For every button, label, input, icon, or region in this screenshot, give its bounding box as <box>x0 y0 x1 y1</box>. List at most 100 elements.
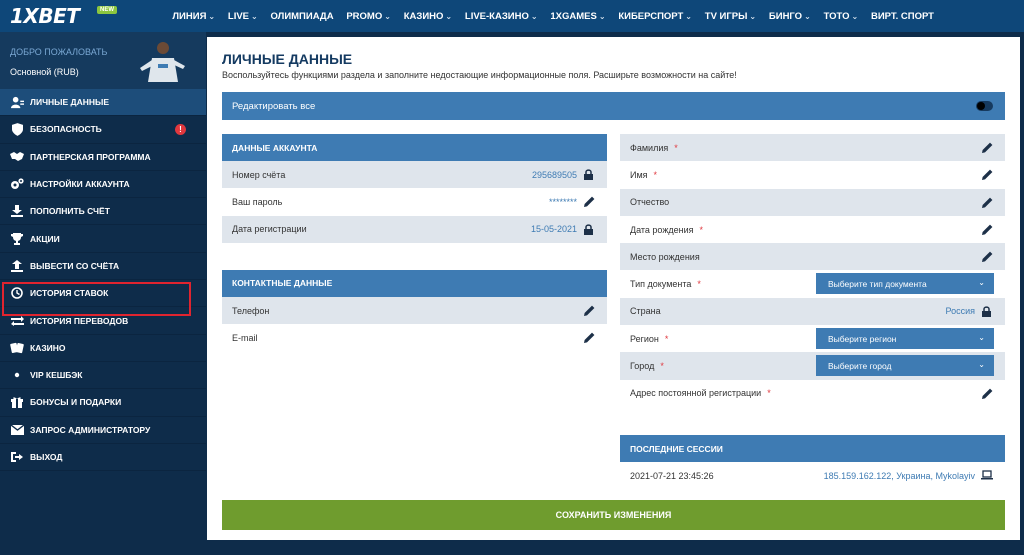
nav-item-7[interactable]: КИБЕРСПОРТ ⌄ <box>612 0 698 32</box>
field-value: 15-05-2021 <box>530 224 577 235</box>
shield-icon <box>10 122 24 136</box>
mail-icon <box>10 423 24 437</box>
contact-section-header: КОНТАКТНЫЕ ДАННЫЕ <box>222 269 607 297</box>
session-ip: 185.159.162.122, Украина, Mykolayiv <box>823 471 975 481</box>
sidebar-item-10[interactable]: VIP КЕШБЭК <box>0 361 206 390</box>
lock-icon <box>584 169 595 180</box>
lock-icon <box>584 223 595 235</box>
gift-icon <box>10 395 24 409</box>
field-select[interactable]: Выберите тип документа ⌄ <box>816 273 994 295</box>
sidebar-item-label: ЛИЧНЫЕ ДАННЫЕ <box>30 97 109 108</box>
field-value: Россия <box>945 306 975 317</box>
save-changes-button[interactable]: СОХРАНИТЬ ИЗМЕНЕНИЯ <box>222 500 1005 530</box>
chevron-down-icon: ⌄ <box>749 11 757 21</box>
field-value: 295689505 <box>531 169 577 180</box>
page-title: ЛИЧНЫЕ ДАННЫЕ <box>222 51 353 67</box>
nav-item-label: ТОТО <box>823 10 850 22</box>
nav-item-4[interactable]: КАЗИНО ⌄ <box>397 0 458 32</box>
nav-item-5[interactable]: LIVE-КАЗИНО ⌄ <box>459 0 544 32</box>
pencil-icon[interactable] <box>982 224 993 235</box>
session-date: 2021-07-21 23:45:26 <box>630 471 714 481</box>
sidebar-item-13[interactable]: ВЫХОД <box>0 443 206 472</box>
field-row: Место рождения <box>620 243 1005 271</box>
nav-item-label: ВИРТ. СПОРТ <box>870 10 934 22</box>
field-label: Страна <box>630 306 661 317</box>
sidebar-item-1[interactable]: БЕЗОПАСНОСТЬ! <box>0 116 206 144</box>
sidebar-item-label: ВЫХОД <box>30 452 63 462</box>
field-select[interactable]: Выберите регион ⌄ <box>816 328 994 350</box>
sidebar-item-11[interactable]: БОНУСЫ И ПОДАРКИ <box>0 389 206 417</box>
pencil-icon[interactable] <box>982 169 993 181</box>
nav-item-9[interactable]: БИНГО ⌄ <box>763 0 818 32</box>
pencil-icon[interactable] <box>982 388 993 399</box>
chevron-down-icon: ⌄ <box>978 278 985 288</box>
pencil-icon[interactable] <box>982 197 993 208</box>
field-row: Страна Россия <box>620 297 1005 326</box>
field-label: Город <box>630 361 655 372</box>
field-label: Телефон <box>232 305 270 316</box>
sidebar-item-4[interactable]: ПОПОЛНИТЬ СЧЁТ <box>0 198 206 226</box>
field-row: Фамилия * <box>620 134 1005 162</box>
field-label: Место рождения <box>630 251 700 262</box>
page-subtitle: Воспользуйтесь функциями раздела и запол… <box>222 70 737 80</box>
toggle-knob <box>977 102 985 110</box>
nav-item-0[interactable]: ЛИНИЯ ⌄ <box>166 0 222 32</box>
pencil-icon[interactable] <box>982 251 993 263</box>
field-label: Дата рождения <box>630 224 694 235</box>
nav-item-10[interactable]: ТОТО ⌄ <box>817 0 864 32</box>
pencil-icon[interactable] <box>584 305 595 316</box>
nav-item-label: PROMO <box>346 10 383 22</box>
sidebar-item-9[interactable]: КАЗИНО <box>0 334 206 362</box>
nav-item-11[interactable]: ВИРТ. СПОРТ <box>865 0 941 32</box>
new-badge: NEW <box>97 6 117 14</box>
field-row: Тип документа * Выберите тип документа ⌄ <box>620 270 1005 297</box>
required-mark: * <box>653 169 658 180</box>
field-row: Дата регистрации 15-05-2021 <box>222 215 607 243</box>
profile-panel: ДОБРО ПОЖАЛОВАТЬ Основной (RUB) 0 <box>0 32 206 89</box>
field-row: Адрес постоянной регистрации * <box>620 380 1005 407</box>
cards-icon <box>10 341 24 355</box>
welcome-text: ДОБРО ПОЖАЛОВАТЬ <box>10 47 108 57</box>
edit-all-label: Редактировать все <box>232 100 316 112</box>
select-value: Выберите город <box>828 360 892 371</box>
edit-all-toggle[interactable] <box>976 101 993 111</box>
sidebar-item-12[interactable]: ЗАПРОС АДМИНИСТРАТОРУ <box>0 416 206 444</box>
nav-item-1[interactable]: LIVE ⌄ <box>222 0 265 32</box>
field-row: Регион * Выберите регион ⌄ <box>620 325 1005 352</box>
pencil-icon[interactable] <box>584 332 595 344</box>
account-name[interactable]: Основной (RUB) <box>10 67 79 77</box>
nav-item-6[interactable]: 1XGAMES ⌄ <box>544 0 612 32</box>
sidebar-item-5[interactable]: АКЦИИ <box>0 225 206 253</box>
main-nav: ЛИНИЯ ⌄ LIVE ⌄ ОЛИМПИАДА PROMO ⌄ КАЗИНО ⌄ LIVE-КА… <box>166 0 940 32</box>
sidebar-item-label: КАЗИНО <box>30 342 66 353</box>
required-mark: * <box>699 224 704 235</box>
field-label: E-mail <box>232 332 258 343</box>
sidebar-item-6[interactable]: ВЫВЕСТИ СО СЧЁТА <box>0 252 206 281</box>
sidebar-item-0[interactable]: ЛИЧНЫЕ ДАННЫЕ <box>0 89 206 117</box>
sidebar-item-label: БОНУСЫ И ПОДАРКИ <box>30 397 122 408</box>
required-mark: * <box>767 388 771 399</box>
sidebar-item-3[interactable]: НАСТРОЙКИ АККАУНТА <box>0 170 206 199</box>
nav-item-8[interactable]: TV ИГРЫ ⌄ <box>698 0 762 32</box>
handshake-icon <box>10 150 24 164</box>
session-row: 2021-07-21 23:45:26 185.159.162.122, Укр… <box>620 462 1005 489</box>
dot-icon <box>10 368 24 382</box>
field-select[interactable]: Выберите город ⌄ <box>816 355 994 377</box>
logo-text: 1XBET <box>10 4 80 28</box>
sidebar-item-2[interactable]: ПАРТНЕРСКАЯ ПРОГРАММА <box>0 143 206 171</box>
field-value: ******** <box>548 196 577 207</box>
chevron-down-icon: ⌄ <box>530 11 538 21</box>
brand-logo[interactable]: 1XBET <box>10 4 80 28</box>
nav-item-3[interactable]: PROMO ⌄ <box>340 0 397 32</box>
pencil-icon[interactable] <box>982 142 993 153</box>
chevron-down-icon: ⌄ <box>445 11 453 21</box>
field-label: Тип документа <box>630 279 692 290</box>
nav-item-2[interactable]: ОЛИМПИАДА <box>264 0 340 32</box>
nav-item-label: LIVE-КАЗИНО <box>464 10 529 22</box>
account-section-header: ДАННЫЕ АККАУНТА <box>222 134 607 161</box>
sidebar-menu: ЛИЧНЫЕ ДАННЫЕ БЕЗОПАСНОСТЬ! ПАРТНЕРСКАЯ ПР… <box>0 89 206 472</box>
pencil-icon[interactable] <box>584 196 595 208</box>
field-row: E-mail <box>222 324 607 351</box>
alert-badge: ! <box>175 124 186 136</box>
highlight-frame <box>2 282 191 316</box>
